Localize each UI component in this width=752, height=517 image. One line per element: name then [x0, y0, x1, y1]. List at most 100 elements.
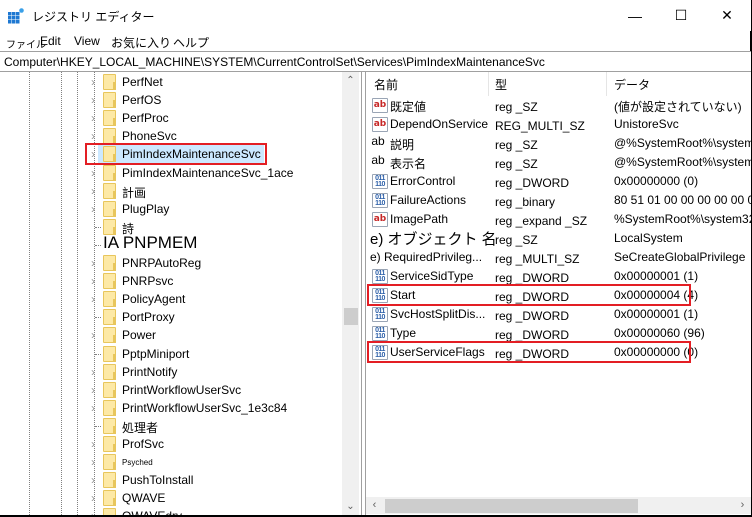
- column-separator[interactable]: [606, 72, 607, 96]
- value-row[interactable]: 011 110 FailureActions reg _binary 80 51 01…: [366, 191, 751, 210]
- tree-item[interactable]: › QWAVE: [0, 489, 340, 507]
- tree-item-label[interactable]: IA PNPMEM: [103, 233, 197, 253]
- tree-item[interactable]: › QWAVEdrv: [0, 507, 340, 515]
- minimize-button[interactable]: —: [612, 0, 658, 31]
- tree-item-label[interactable]: PrintNotify: [122, 365, 177, 379]
- tree-item-label[interactable]: PerfNet: [122, 75, 163, 89]
- tree-item[interactable]: › PrintWorkflowUserSvc: [0, 381, 340, 399]
- scroll-right-arrow-icon[interactable]: ›: [734, 497, 751, 514]
- value-row[interactable]: 011 110 UserServiceFlags reg _DWORD 0x00000…: [366, 341, 751, 363]
- tree-item[interactable]: › PrintWorkflowUserSvc_1e3c84: [0, 399, 340, 417]
- expand-chevron-icon[interactable]: ›: [88, 292, 98, 306]
- column-header-data[interactable]: データ: [614, 76, 650, 93]
- expand-chevron-icon[interactable]: ›: [88, 184, 98, 198]
- tree-item-label[interactable]: PimIndexMaintenanceSvc_1ace: [122, 166, 293, 180]
- expand-chevron-icon[interactable]: ›: [88, 401, 98, 415]
- menu-favorites[interactable]: お気に入り: [111, 34, 171, 51]
- scroll-up-arrow-icon[interactable]: ⌃: [342, 72, 359, 89]
- scroll-down-arrow-icon[interactable]: ⌄: [342, 498, 359, 515]
- tree-item-label[interactable]: 計画: [122, 184, 146, 201]
- tree-item-label[interactable]: QWAVEdrv: [122, 509, 182, 515]
- key-tree[interactable]: › PerfNet › PerfOS › PerfProc › PhoneSvc › PimInd…: [0, 72, 361, 515]
- list-horizontal-scrollbar[interactable]: ‹ ›: [366, 497, 751, 514]
- close-button[interactable]: ✕: [704, 0, 750, 31]
- tree-item-label[interactable]: PerfOS: [122, 93, 161, 107]
- expand-chevron-icon[interactable]: ›: [88, 202, 98, 216]
- expand-chevron-icon[interactable]: ›: [88, 75, 98, 89]
- menu-view[interactable]: View: [74, 34, 100, 48]
- expand-chevron-icon[interactable]: ›: [88, 509, 98, 515]
- expand-chevron-icon[interactable]: ›: [88, 129, 98, 143]
- tree-item-label[interactable]: Psyched: [122, 458, 153, 467]
- expand-chevron-icon[interactable]: ›: [88, 365, 98, 379]
- column-header-name[interactable]: 名前: [374, 76, 398, 93]
- column-header-type[interactable]: 型: [495, 76, 507, 93]
- value-row[interactable]: ab 説明 reg _SZ @%SystemRoot%\system: [366, 134, 751, 153]
- list-scroll-thumb[interactable]: [385, 499, 638, 513]
- tree-item-label[interactable]: PNRPsvc: [122, 274, 173, 288]
- tree-item[interactable]: PortProxy: [0, 308, 340, 326]
- expand-chevron-icon[interactable]: ›: [88, 111, 98, 125]
- expand-chevron-icon[interactable]: ›: [88, 383, 98, 397]
- tree-item[interactable]: › PerfOS: [0, 91, 340, 109]
- expand-chevron-icon[interactable]: ›: [88, 437, 98, 451]
- expand-chevron-icon[interactable]: ›: [88, 473, 98, 487]
- tree-item-label[interactable]: PlugPlay: [122, 202, 169, 216]
- tree-scroll-thumb[interactable]: [344, 308, 358, 325]
- tree-item[interactable]: IA PNPMEM: [0, 233, 340, 254]
- tree-item[interactable]: › Psyched: [0, 453, 340, 471]
- tree-item[interactable]: › 計画: [0, 182, 340, 200]
- tree-item-label[interactable]: PptpMiniport: [122, 347, 189, 361]
- tree-item[interactable]: › PolicyAgent: [0, 290, 340, 308]
- value-row[interactable]: 011 110 Start reg _DWORD 0x00000004 (4): [366, 284, 751, 306]
- tree-item[interactable]: › PerfNet: [0, 73, 340, 91]
- tree-item[interactable]: › PushToInstall: [0, 471, 340, 489]
- tree-item-label[interactable]: PrintWorkflowUserSvc_1e3c84: [122, 401, 287, 415]
- value-row[interactable]: ab DependOnService REG_MULTI_SZ UnistoreSvc: [366, 115, 751, 134]
- tree-item[interactable]: › PNRPAutoReg: [0, 254, 340, 272]
- tree-item[interactable]: › PlugPlay: [0, 200, 340, 218]
- tree-item-label[interactable]: ProfSvc: [122, 437, 164, 451]
- address-path[interactable]: Computer\HKEY_LOCAL_MACHINE\SYSTEM\Curre…: [4, 55, 545, 69]
- tree-item[interactable]: 処理者: [0, 417, 340, 435]
- tree-item-label[interactable]: PrintWorkflowUserSvc: [122, 383, 241, 397]
- value-row[interactable]: ab 既定値 reg _SZ (値が設定されていない): [366, 96, 751, 115]
- column-separator[interactable]: [488, 72, 489, 96]
- tree-item[interactable]: › PrintNotify: [0, 363, 340, 381]
- tree-vertical-scrollbar[interactable]: ⌃ ⌄: [342, 72, 359, 515]
- tree-item-label[interactable]: PortProxy: [122, 310, 175, 324]
- scroll-left-arrow-icon[interactable]: ‹: [366, 497, 383, 514]
- expand-chevron-icon[interactable]: ›: [88, 491, 98, 505]
- expand-chevron-icon[interactable]: ›: [88, 328, 98, 342]
- address-bar[interactable]: Computer\HKEY_LOCAL_MACHINE\SYSTEM\Curre…: [0, 51, 751, 72]
- value-row[interactable]: e) RequiredPrivileg... reg _MULTI_SZ SeCre…: [366, 248, 751, 267]
- tree-item-label[interactable]: PolicyAgent: [122, 292, 185, 306]
- value-list[interactable]: 名前 型 データ ab 既定値 reg _SZ (値が設定されていない) ab Depen…: [366, 72, 751, 515]
- maximize-button[interactable]: ☐: [658, 0, 704, 31]
- value-row[interactable]: ab 表示名 reg _SZ @%SystemRoot%\system: [366, 153, 751, 172]
- tree-item-label[interactable]: QWAVE: [122, 491, 165, 505]
- value-row[interactable]: 011 110 ErrorControl reg _DWORD 0x00000000 …: [366, 172, 751, 191]
- tree-item[interactable]: › PimIndexMaintenanceSvc_1ace: [0, 164, 340, 182]
- value-row[interactable]: ab ImagePath reg _expand _SZ %SystemRoot%\s…: [366, 210, 751, 229]
- tree-item[interactable]: PptpMiniport: [0, 345, 340, 363]
- tree-item-label[interactable]: Power: [122, 328, 156, 342]
- tree-item[interactable]: › PerfProc: [0, 109, 340, 127]
- tree-item-label[interactable]: 処理者: [122, 419, 158, 436]
- tree-item-label[interactable]: PushToInstall: [122, 473, 193, 487]
- expand-chevron-icon[interactable]: ›: [88, 166, 98, 180]
- expand-chevron-icon[interactable]: ›: [88, 455, 98, 469]
- tree-item-label[interactable]: PhoneSvc: [122, 129, 177, 143]
- tree-item[interactable]: › Power: [0, 326, 340, 344]
- expand-chevron-icon[interactable]: ›: [88, 93, 98, 107]
- value-row[interactable]: 011 110 SvcHostSplitDis... reg _DWORD 0x000…: [366, 305, 751, 324]
- tree-item[interactable]: › PNRPsvc: [0, 272, 340, 290]
- menu-help[interactable]: ヘルプ: [173, 34, 209, 51]
- value-row[interactable]: e) オブジェクト 名 reg _SZ LocalSystem: [366, 229, 751, 248]
- menu-edit[interactable]: Edit: [40, 34, 61, 48]
- tree-item-label[interactable]: PerfProc: [122, 111, 169, 125]
- expand-chevron-icon[interactable]: ›: [88, 274, 98, 288]
- tree-item[interactable]: › ProfSvc: [0, 435, 340, 453]
- tree-item[interactable]: › PimIndexMaintenanceSvc: [0, 143, 340, 166]
- tree-item-label[interactable]: PNRPAutoReg: [122, 256, 201, 270]
